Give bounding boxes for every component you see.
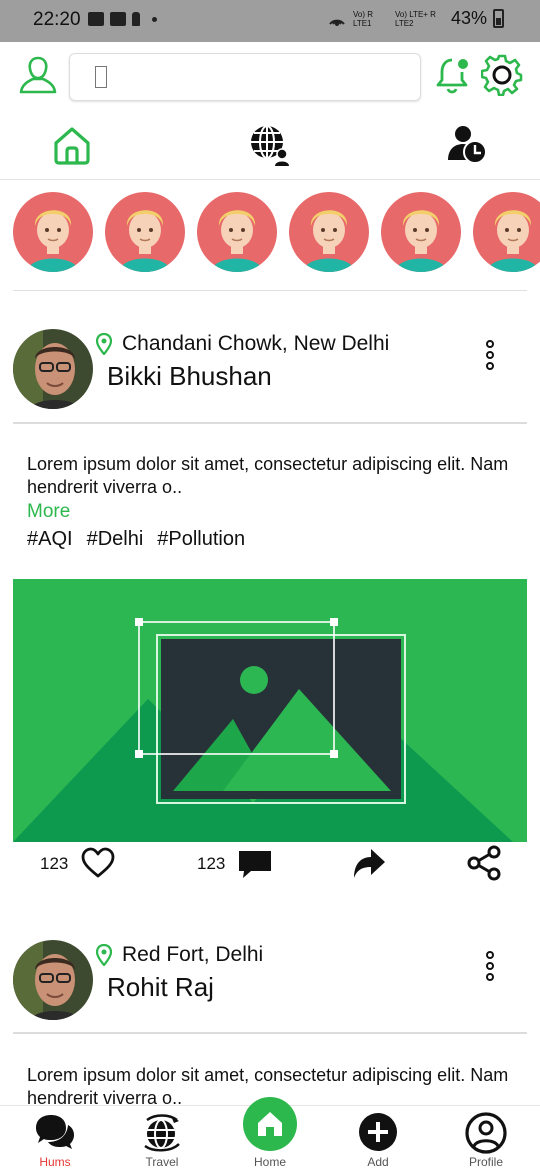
nav-home[interactable]: Home bbox=[225, 1097, 315, 1170]
post-location: Chandani Chowk, New Delhi bbox=[96, 332, 389, 356]
story-avatar[interactable] bbox=[289, 192, 369, 272]
like-count: 123 bbox=[40, 854, 69, 873]
more-link[interactable]: More bbox=[27, 501, 70, 523]
comment-icon[interactable] bbox=[237, 845, 273, 881]
location-pin-icon bbox=[96, 944, 112, 966]
broken-image-icon bbox=[95, 66, 107, 88]
nav-hums[interactable]: Hums bbox=[10, 1106, 100, 1170]
post-header: Chandani Chowk, New Delhi Bikki Bhushan bbox=[0, 329, 540, 419]
share-network-icon[interactable] bbox=[466, 845, 502, 881]
location-pin-icon bbox=[96, 333, 112, 355]
post-location: Red Fort, Delhi bbox=[96, 943, 263, 967]
user-outline-icon[interactable] bbox=[17, 54, 59, 96]
post-actions: 123 123 bbox=[0, 842, 540, 890]
user-circle-icon bbox=[465, 1112, 507, 1154]
location-text: Red Fort, Delhi bbox=[122, 943, 264, 966]
location-text: Chandani Chowk, New Delhi bbox=[122, 332, 390, 355]
nav-profile[interactable]: Profile bbox=[441, 1106, 531, 1170]
gear-icon[interactable] bbox=[481, 54, 523, 96]
author-avatar[interactable] bbox=[13, 329, 93, 409]
nav-label: Add bbox=[367, 1155, 389, 1169]
stories-divider bbox=[13, 290, 527, 291]
image-placeholder-illustration bbox=[13, 579, 527, 842]
hashtag[interactable]: #Delhi bbox=[87, 528, 144, 551]
top-tabs bbox=[0, 110, 540, 180]
globe-plane-icon bbox=[144, 1114, 180, 1152]
tab-home-icon[interactable] bbox=[51, 124, 93, 166]
app-notification-icon bbox=[110, 12, 126, 26]
share-arrow-icon[interactable] bbox=[351, 845, 387, 881]
post-tags: #AQI #Delhi #Pollution bbox=[27, 528, 245, 551]
lock-notification-icon bbox=[132, 12, 140, 26]
story-avatar[interactable] bbox=[381, 192, 461, 272]
battery-percent: 43% bbox=[450, 8, 487, 28]
sim1-signal: Vo) R LTE1 bbox=[352, 9, 373, 28]
more-notifications-icon bbox=[152, 16, 157, 22]
gallery-notification-icon bbox=[88, 12, 104, 26]
story-avatar[interactable] bbox=[473, 192, 540, 272]
author-name[interactable]: Bikki Bhushan bbox=[107, 361, 272, 392]
tab-user-clock-icon[interactable] bbox=[446, 124, 488, 166]
hashtag[interactable]: #AQI bbox=[27, 528, 73, 551]
story-avatar[interactable] bbox=[13, 192, 93, 272]
battery-icon bbox=[493, 9, 504, 28]
top-header bbox=[0, 42, 540, 110]
heart-icon[interactable] bbox=[80, 845, 116, 881]
post-header-divider bbox=[13, 422, 527, 424]
nav-travel[interactable]: Travel bbox=[117, 1106, 207, 1170]
hashtag[interactable]: #Pollution bbox=[157, 528, 245, 551]
search-input[interactable] bbox=[69, 53, 421, 101]
nav-label: Profile bbox=[468, 1155, 503, 1169]
status-bar: 22:20 Vo) R LTE1 Vo) LTE+ R LTE2 43% bbox=[0, 0, 540, 42]
chat-bubbles-icon bbox=[36, 1115, 74, 1149]
story-avatar[interactable] bbox=[105, 192, 185, 272]
sim2-signal: Vo) LTE+ R LTE2 bbox=[394, 9, 436, 28]
post-header-divider bbox=[13, 1032, 527, 1034]
nav-label: Home bbox=[253, 1155, 286, 1169]
more-options-icon[interactable] bbox=[480, 950, 500, 984]
stories-row bbox=[0, 192, 540, 274]
bottom-navigation: Hums Travel Home Add Profile bbox=[0, 1097, 540, 1170]
home-icon bbox=[243, 1097, 297, 1151]
post-header: Red Fort, Delhi Rohit Raj bbox=[0, 940, 540, 1030]
nav-label: Hums bbox=[39, 1155, 71, 1169]
story-avatar[interactable] bbox=[197, 192, 277, 272]
nav-add[interactable]: Add bbox=[333, 1106, 423, 1170]
author-avatar[interactable] bbox=[13, 940, 93, 1020]
hotspot-icon bbox=[329, 19, 345, 26]
author-name[interactable]: Rohit Raj bbox=[107, 972, 214, 1003]
bell-icon[interactable] bbox=[432, 54, 474, 96]
comment-count: 123 bbox=[197, 854, 226, 873]
tab-globe-user-icon[interactable] bbox=[248, 124, 290, 166]
nav-label: Travel bbox=[145, 1155, 179, 1169]
plus-circle-icon bbox=[359, 1113, 397, 1151]
post-image[interactable] bbox=[13, 579, 527, 842]
post-body-text: Lorem ipsum dolor sit amet, consectetur … bbox=[27, 454, 509, 497]
more-options-icon[interactable] bbox=[480, 339, 500, 373]
status-time: 22:20 bbox=[33, 9, 81, 30]
